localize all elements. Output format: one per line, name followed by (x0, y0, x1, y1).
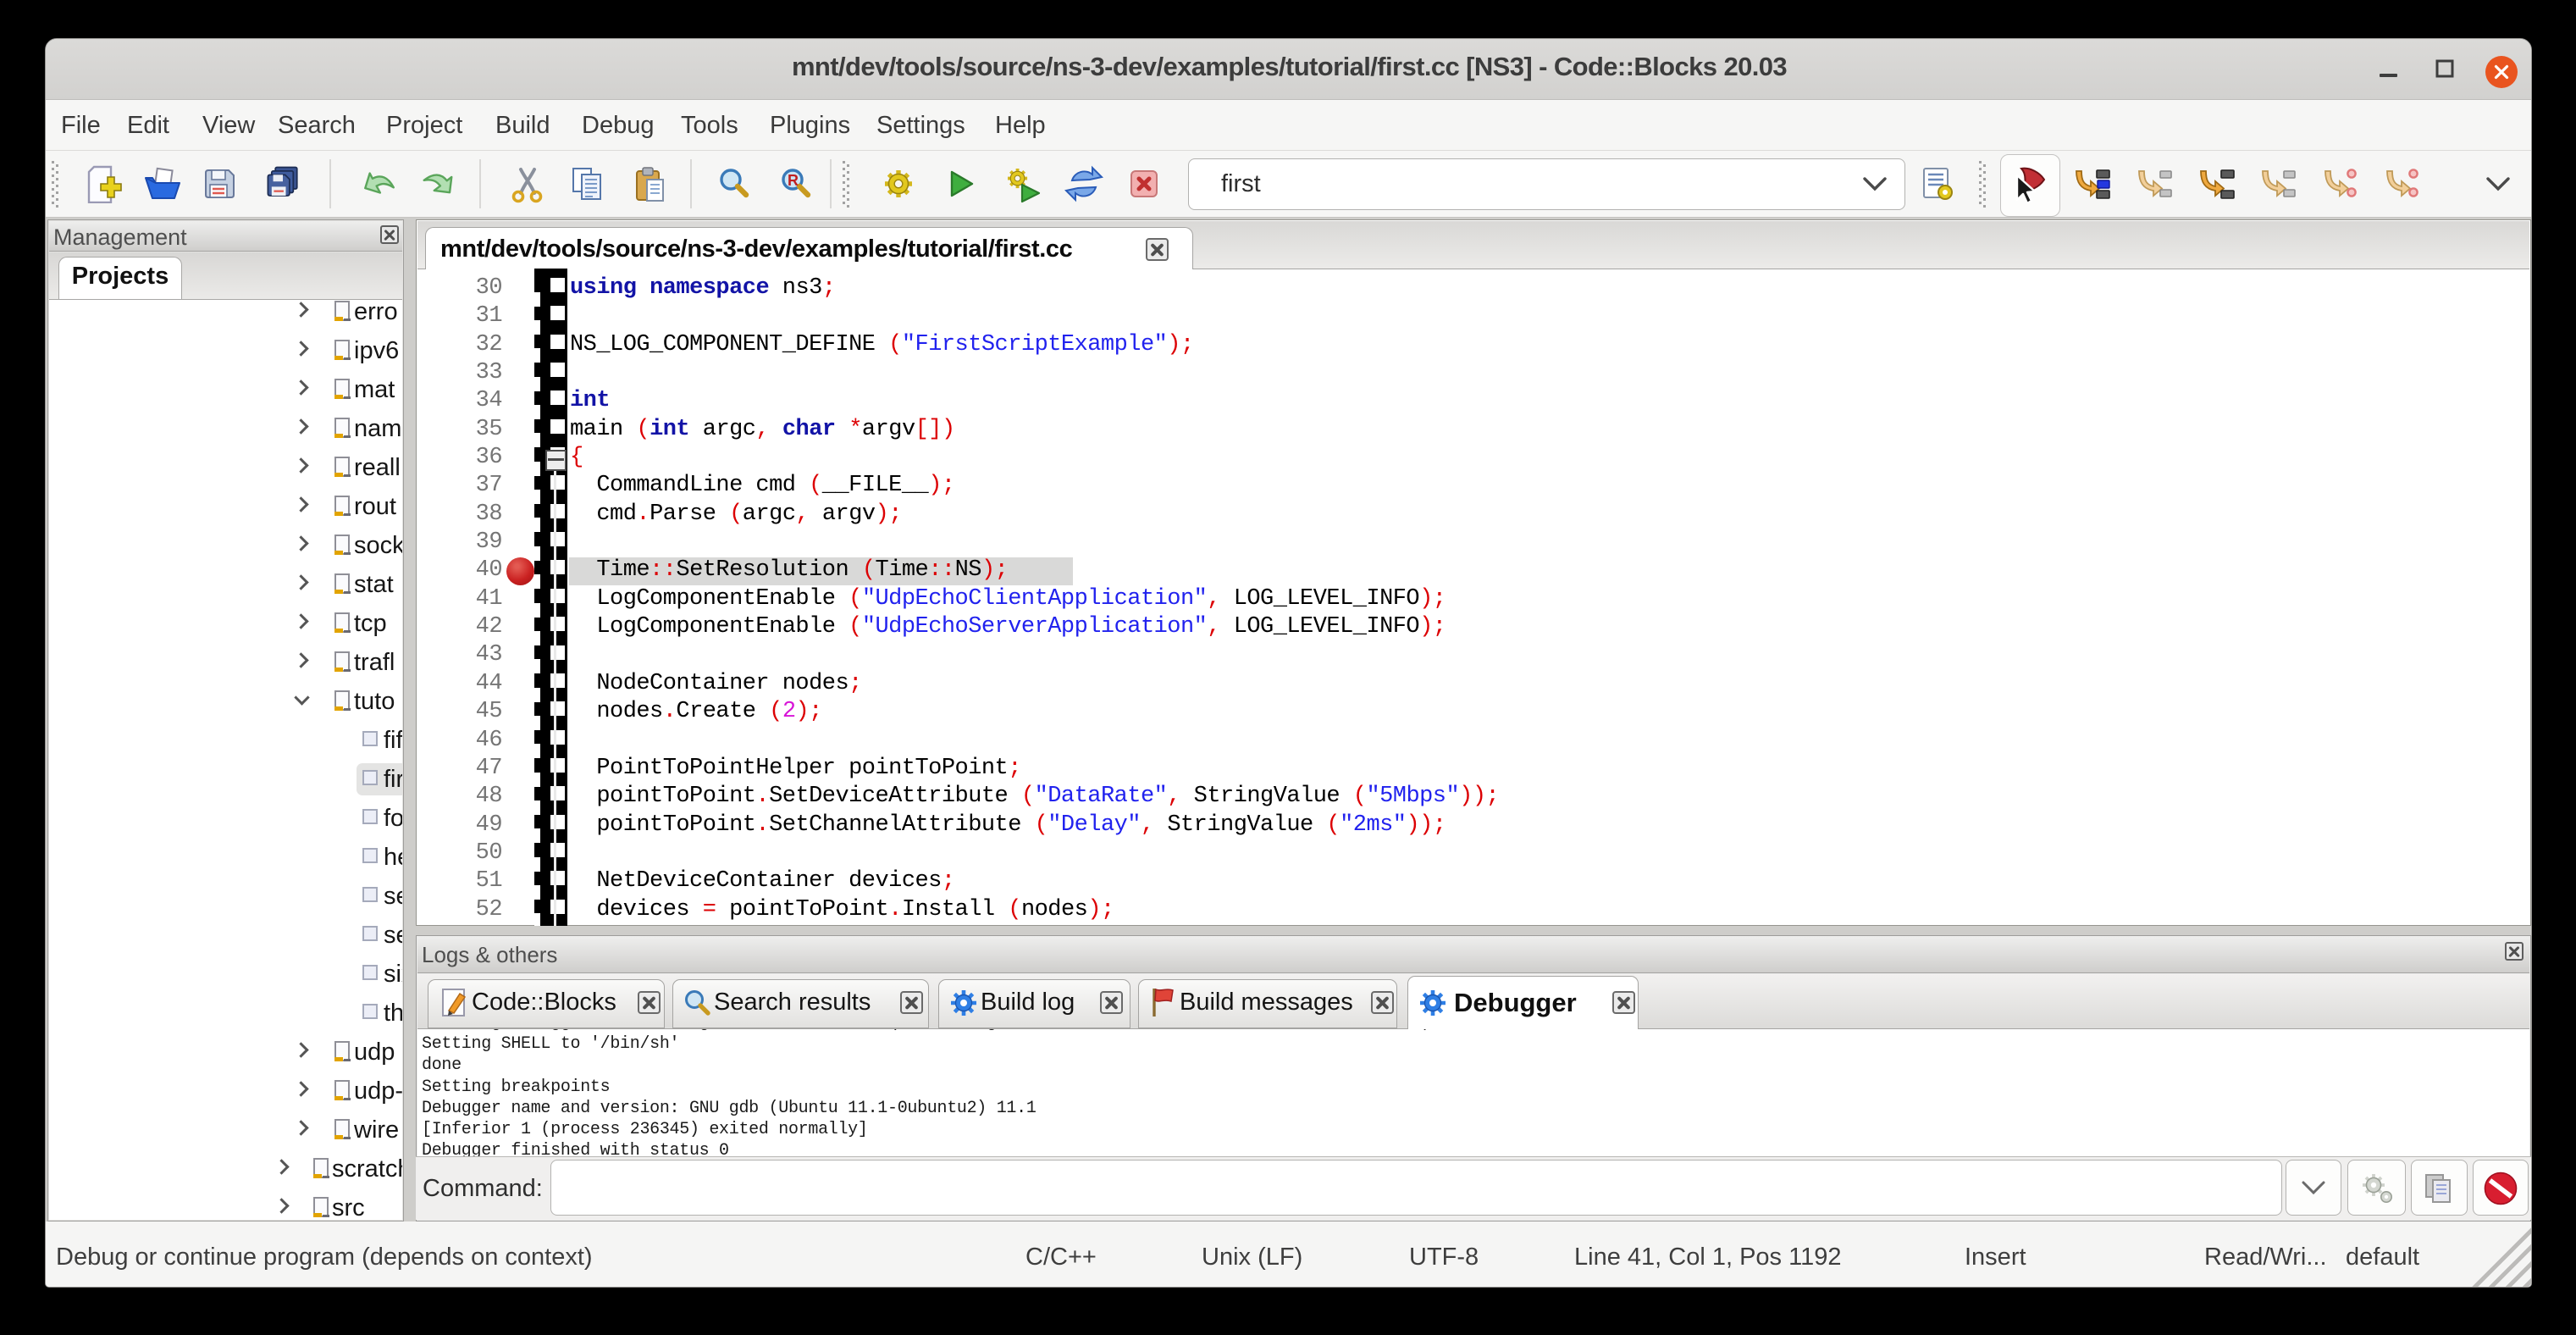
svg-text:R: R (788, 172, 799, 189)
